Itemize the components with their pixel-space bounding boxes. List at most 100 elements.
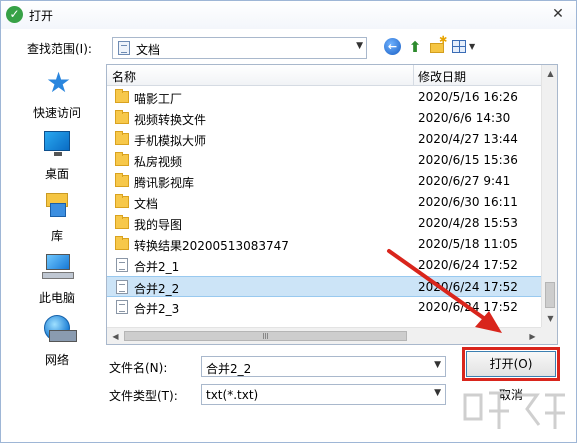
window-title: 打开 bbox=[29, 9, 54, 23]
back-button[interactable]: ← bbox=[384, 38, 401, 55]
place-desktop[interactable]: 桌面 bbox=[10, 127, 104, 187]
file-row[interactable]: 腾讯影视库 2020/6/27 9:41 bbox=[107, 171, 541, 192]
places-sidebar: ★ 快速访问 桌面 库 此电脑 网络 bbox=[10, 64, 104, 367]
place-library[interactable]: 库 bbox=[10, 189, 104, 249]
file-name: 我的导图 bbox=[134, 218, 183, 232]
file-name: 合并2_1 bbox=[134, 260, 180, 274]
file-date: 2020/6/24 17:52 bbox=[418, 300, 518, 314]
list-header: 名称 修改日期 bbox=[107, 65, 541, 86]
folder-icon bbox=[115, 215, 129, 229]
file-row[interactable]: 合并2_3 2020/6/24 17:52 bbox=[107, 297, 541, 318]
file-date: 2020/5/18 11:05 bbox=[418, 237, 518, 251]
chevron-down-icon: ▼ bbox=[356, 41, 363, 51]
new-folder-button[interactable]: ✱ bbox=[429, 35, 448, 56]
scroll-thumb[interactable] bbox=[124, 331, 407, 341]
computer-icon bbox=[42, 254, 74, 282]
folder-icon bbox=[115, 89, 129, 103]
file-name: 合并2_3 bbox=[134, 302, 180, 316]
view-menu-button[interactable]: ▼ bbox=[452, 38, 478, 56]
file-date: 2020/6/27 9:41 bbox=[418, 174, 511, 188]
look-in-value: 文档 bbox=[136, 43, 161, 57]
file-date: 2020/6/24 17:52 bbox=[418, 280, 518, 294]
file-date: 2020/4/28 15:53 bbox=[418, 216, 518, 230]
filename-value: 合并2_2 bbox=[206, 362, 252, 376]
chevron-down-icon: ▼ bbox=[469, 42, 476, 51]
file-row[interactable]: 文档 2020/6/30 16:11 bbox=[107, 192, 541, 213]
vertical-scrollbar[interactable]: ▲ ▼ bbox=[541, 65, 557, 327]
filetype-value: txt(*.txt) bbox=[206, 388, 259, 402]
folder-icon bbox=[115, 194, 129, 208]
filetype-dropdown[interactable]: txt(*.txt) ▼ bbox=[201, 384, 446, 405]
file-name: 私房视频 bbox=[134, 155, 183, 169]
place-label: 网络 bbox=[44, 353, 69, 367]
file-date: 2020/6/6 14:30 bbox=[418, 111, 511, 125]
text-file-icon bbox=[116, 280, 128, 294]
file-row[interactable]: 喵影工厂 2020/5/16 16:26 bbox=[107, 87, 541, 108]
file-name: 转换结果20200513083747 bbox=[134, 239, 289, 253]
file-date: 2020/4/27 13:44 bbox=[418, 132, 518, 146]
place-label: 库 bbox=[50, 229, 63, 243]
cancel-button[interactable]: 取消 bbox=[466, 384, 556, 406]
place-network[interactable]: 网络 bbox=[10, 313, 104, 373]
folder-icon bbox=[115, 152, 129, 166]
scroll-corner bbox=[541, 327, 557, 344]
network-icon bbox=[44, 315, 77, 342]
file-name: 手机模拟大师 bbox=[134, 134, 207, 148]
file-row[interactable]: 手机模拟大师 2020/4/27 13:44 bbox=[107, 129, 541, 150]
place-label: 快速访问 bbox=[32, 106, 81, 120]
open-button[interactable]: 打开(O) bbox=[466, 351, 556, 377]
file-date: 2020/6/15 15:36 bbox=[418, 153, 518, 167]
file-name: 合并2_2 bbox=[134, 282, 180, 296]
column-header-date[interactable]: 修改日期 bbox=[418, 68, 466, 85]
desktop-icon bbox=[44, 131, 70, 156]
look-in-dropdown[interactable]: 文档 ▼ bbox=[112, 37, 367, 59]
file-row[interactable]: 合并2_2 2020/6/24 17:52 bbox=[107, 276, 541, 297]
star-icon: ★ bbox=[46, 66, 72, 99]
filetype-label: 文件类型(T): bbox=[109, 389, 178, 403]
sparkle-icon: ✱ bbox=[439, 35, 448, 46]
scroll-down-icon[interactable]: ▼ bbox=[542, 310, 557, 327]
place-label: 桌面 bbox=[44, 167, 69, 181]
file-name: 视频转换文件 bbox=[134, 113, 207, 127]
chevron-down-icon[interactable]: ▼ bbox=[434, 360, 441, 370]
folder-icon bbox=[115, 110, 129, 124]
filename-label: 文件名(N): bbox=[109, 361, 168, 375]
text-file-icon bbox=[116, 258, 128, 272]
app-check-icon: ✓ bbox=[6, 6, 23, 23]
horizontal-scrollbar[interactable]: ◀ ▶ bbox=[107, 327, 541, 344]
file-row[interactable]: 合并2_1 2020/6/24 17:52 bbox=[107, 255, 541, 276]
title-bar: ✓ 打开 ✕ bbox=[1, 1, 576, 29]
file-name: 文档 bbox=[134, 197, 159, 211]
open-file-dialog: ✓ 打开 ✕ 查找范围(I): 文档 ▼ ← ⬆ ✱ ▼ ★ 快速访问 桌面 库… bbox=[0, 0, 577, 443]
file-date: 2020/5/16 16:26 bbox=[418, 90, 518, 104]
file-row[interactable]: 视频转换文件 2020/6/6 14:30 bbox=[107, 108, 541, 129]
scroll-thumb[interactable] bbox=[545, 282, 555, 308]
filename-input[interactable]: 合并2_2 ▼ bbox=[201, 356, 446, 377]
file-name: 喵影工厂 bbox=[134, 92, 183, 106]
chevron-down-icon: ▼ bbox=[434, 388, 441, 398]
up-folder-button[interactable]: ⬆ bbox=[406, 38, 424, 56]
close-button[interactable]: ✕ bbox=[546, 4, 570, 24]
file-row[interactable]: 转换结果20200513083747 2020/5/18 11:05 bbox=[107, 234, 541, 255]
file-row[interactable]: 我的导图 2020/4/28 15:53 bbox=[107, 213, 541, 234]
scroll-right-icon[interactable]: ▶ bbox=[524, 328, 541, 344]
place-quick-access[interactable]: ★ 快速访问 bbox=[10, 66, 104, 126]
place-label: 此电脑 bbox=[38, 291, 75, 305]
file-name: 腾讯影视库 bbox=[134, 176, 195, 190]
file-list: 名称 修改日期 喵影工厂 2020/5/16 16:26 视频转换文件 2020/6/… bbox=[106, 64, 558, 345]
folder-icon bbox=[115, 131, 129, 145]
column-divider[interactable] bbox=[413, 65, 414, 86]
scroll-left-icon[interactable]: ◀ bbox=[107, 328, 124, 344]
folder-icon bbox=[115, 173, 129, 187]
look-in-label: 查找范围(I): bbox=[27, 42, 92, 56]
text-file-icon bbox=[116, 300, 128, 314]
documents-folder-icon bbox=[118, 41, 130, 55]
library-icon bbox=[46, 191, 68, 217]
column-header-name[interactable]: 名称 bbox=[112, 68, 136, 85]
file-row[interactable]: 私房视频 2020/6/15 15:36 bbox=[107, 150, 541, 171]
scroll-up-icon[interactable]: ▲ bbox=[542, 65, 557, 82]
file-date: 2020/6/30 16:11 bbox=[418, 195, 518, 209]
view-grid-icon bbox=[452, 40, 466, 53]
folder-icon bbox=[115, 236, 129, 250]
place-this-pc[interactable]: 此电脑 bbox=[10, 251, 104, 311]
